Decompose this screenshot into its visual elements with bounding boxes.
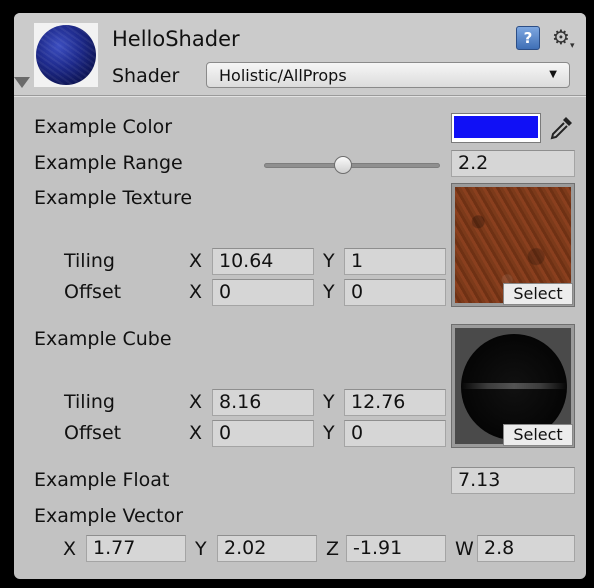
texture-tiling-x-axis: X [189,250,203,272]
range-slider-thumb[interactable] [334,156,353,174]
texture-offset-label: Offset [64,281,122,303]
gear-icon[interactable]: ⚙ ▾ [552,27,578,51]
vector-x-field[interactable]: 1.77 [86,535,186,562]
example-range-label: Example Range [34,152,183,174]
dropdown-arrow-icon: ▼ [549,69,557,80]
material-title: HelloShader [112,27,240,51]
cube-tiling-label: Tiling [64,391,115,413]
cube-offset-y-axis: Y [323,422,335,444]
cube-offset-x-axis: X [189,422,203,444]
cubemap-select-button[interactable]: Select [503,424,573,446]
help-book-icon[interactable]: ? [516,26,540,50]
shader-dropdown[interactable]: Holistic/AllProps ▼ [206,62,570,88]
texture-tiling-y-axis: Y [323,250,335,272]
vector-z-field[interactable]: -1.91 [346,535,446,562]
texture-slot[interactable]: Select [451,183,575,307]
texture-offset-x-field[interactable]: 0 [212,279,314,306]
vector-y-axis: Y [195,538,207,560]
eyedropper-icon[interactable] [547,114,575,142]
cube-offset-label: Offset [64,422,122,444]
vector-w-axis: W [455,538,474,560]
vector-x-axis: X [63,538,77,560]
cube-tiling-x-field[interactable]: 8.16 [212,389,314,416]
texture-offset-y-field[interactable]: 0 [344,279,446,306]
example-vector-label: Example Vector [34,505,184,527]
header-divider [14,96,586,97]
shader-label: Shader [112,65,180,87]
cube-offset-x-field[interactable]: 0 [212,420,314,447]
vector-w-field[interactable]: 2.8 [477,535,575,562]
vector-z-axis: Z [326,538,340,560]
material-preview-thumbnail[interactable] [34,23,98,87]
example-color-label: Example Color [34,116,173,138]
cube-offset-y-field[interactable]: 0 [344,420,446,447]
example-texture-label: Example Texture [34,187,193,209]
material-header: HelloShader Shader Holistic/AllProps ▼ ?… [14,13,586,96]
range-value-field[interactable]: 2.2 [451,150,575,177]
texture-select-button[interactable]: Select [503,283,573,305]
cubemap-slot[interactable]: Select [451,324,575,448]
texture-offset-x-axis: X [189,281,203,303]
range-slider-track[interactable] [264,156,440,174]
vector-y-field[interactable]: 2.02 [217,535,317,562]
color-swatch-fill [454,116,538,138]
material-inspector: HelloShader Shader Holistic/AllProps ▼ ?… [14,13,586,579]
texture-tiling-label: Tiling [64,250,115,272]
preview-sphere [36,25,96,85]
cube-tiling-y-field[interactable]: 12.76 [344,389,446,416]
shader-dropdown-value: Holistic/AllProps [219,66,347,85]
texture-tiling-x-field[interactable]: 10.64 [212,248,314,275]
cube-tiling-y-axis: Y [323,391,335,413]
cube-tiling-x-axis: X [189,391,203,413]
color-alpha-bar [454,138,538,141]
example-float-label: Example Float [34,469,170,491]
float-value-field[interactable]: 7.13 [451,467,575,494]
example-cube-label: Example Cube [34,328,172,350]
cubemap-horizon-band [461,383,567,389]
texture-offset-y-axis: Y [323,281,335,303]
color-swatch-field[interactable] [451,113,541,143]
foldout-arrow-icon[interactable] [14,77,30,88]
texture-tiling-y-field[interactable]: 1 [344,248,446,275]
